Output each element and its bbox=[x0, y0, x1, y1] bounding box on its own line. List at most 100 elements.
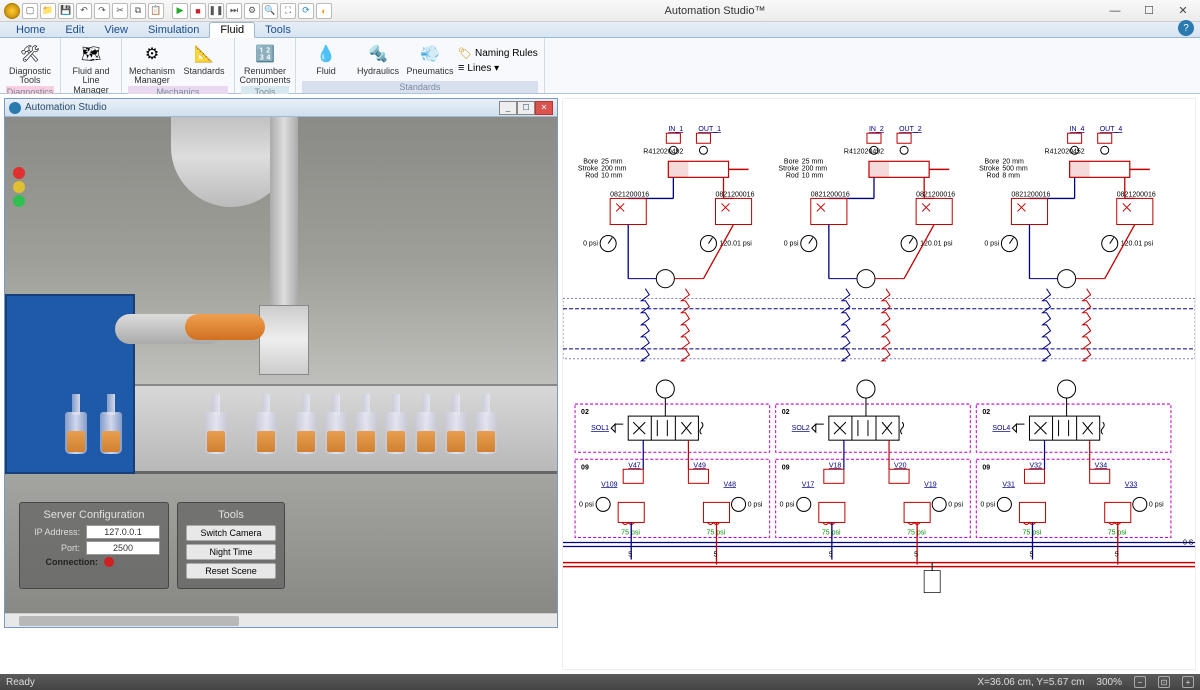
svg-text:V20: V20 bbox=[894, 462, 907, 469]
flowchart-icon: 🗺 bbox=[79, 42, 103, 66]
port-input[interactable] bbox=[86, 541, 160, 555]
child-window-header[interactable]: Automation Studio _ ☐ ✕ bbox=[5, 99, 557, 117]
tab-tools[interactable]: Tools bbox=[255, 23, 301, 37]
fluid-std-button[interactable]: 💧Fluid bbox=[302, 40, 350, 81]
qat-step-icon[interactable]: ⏭ bbox=[226, 3, 242, 19]
child-max-button[interactable]: ☐ bbox=[517, 101, 535, 115]
svg-text:V18: V18 bbox=[829, 462, 842, 469]
svg-text:0 psi: 0 psi bbox=[1149, 501, 1164, 508]
tag-icon: 🏷 bbox=[458, 47, 472, 60]
ribbon-group-builders: 🗺Fluid and Line Manager Builders bbox=[61, 38, 122, 93]
tab-simulation[interactable]: Simulation bbox=[138, 23, 209, 37]
svg-text:Rod: Rod bbox=[987, 172, 1000, 179]
svg-text:V17: V17 bbox=[802, 481, 815, 488]
schematic-canvas[interactable]: 0 SIN_1OUT_1R412020492BoreStrokeRod25 mm… bbox=[562, 98, 1196, 670]
qat-save-icon[interactable]: 💾 bbox=[58, 3, 74, 19]
switch-camera-button[interactable]: Switch Camera bbox=[186, 525, 276, 541]
child-close-button[interactable]: ✕ bbox=[535, 101, 553, 115]
qat-refresh-icon[interactable]: ⟳ bbox=[298, 3, 314, 19]
svg-text:0821200016: 0821200016 bbox=[610, 191, 649, 198]
3d-scene[interactable]: Server Configuration IP Address: Port: C… bbox=[5, 117, 557, 613]
svg-text:Bore: Bore bbox=[784, 158, 799, 165]
svg-text:09: 09 bbox=[782, 464, 790, 471]
lines-dropdown[interactable]: ≡Lines ▾ bbox=[458, 62, 538, 74]
qat-redo-icon[interactable]: ↷ bbox=[94, 3, 110, 19]
qat-open-icon[interactable]: 📁 bbox=[40, 3, 56, 19]
svg-text:0 psi: 0 psi bbox=[948, 501, 963, 508]
svg-text:R412020492: R412020492 bbox=[643, 148, 683, 155]
tab-view[interactable]: View bbox=[94, 23, 138, 37]
qat-new-icon[interactable]: ▢ bbox=[22, 3, 38, 19]
ruler-icon: 📐 bbox=[192, 42, 216, 66]
qat-paste-icon[interactable]: 📋 bbox=[148, 3, 164, 19]
svg-text:IN_2: IN_2 bbox=[869, 126, 884, 133]
qat-fit-icon[interactable]: ⛶ bbox=[280, 3, 296, 19]
help-icon[interactable]: ? bbox=[1178, 20, 1194, 36]
qat-play-icon[interactable]: ▶ bbox=[172, 3, 188, 19]
ribbon-group-standards: 💧Fluid 🔩Hydraulics 💨Pneumatics 🏷Naming R… bbox=[296, 38, 545, 93]
close-button[interactable]: ✕ bbox=[1166, 0, 1200, 22]
svg-text:V32: V32 bbox=[1029, 462, 1042, 469]
svg-text:0821200016: 0821200016 bbox=[916, 191, 955, 198]
qat-cfg-icon[interactable]: ⚙ bbox=[244, 3, 260, 19]
ip-input[interactable] bbox=[86, 525, 160, 539]
window-title: Automation Studio™ bbox=[332, 5, 1098, 17]
svg-text:0 S: 0 S bbox=[1183, 540, 1194, 547]
wrench-icon: 🛠 bbox=[18, 42, 42, 66]
gear-icon: ⚙ bbox=[140, 42, 164, 66]
svg-text:Stroke: Stroke bbox=[778, 165, 798, 172]
qat-stop-icon[interactable]: ■ bbox=[190, 3, 206, 19]
renumber-button[interactable]: 🔢Renumber Components bbox=[241, 40, 289, 86]
ribbon-group-tools: 🔢Renumber Components Tools bbox=[235, 38, 296, 93]
ribbon-group-diagnostics: 🛠Diagnostic Tools Diagnostics bbox=[0, 38, 61, 93]
mechanism-manager-button[interactable]: ⚙Mechanism Manager bbox=[128, 40, 176, 86]
svg-text:V109: V109 bbox=[601, 481, 617, 488]
qat-zoom-icon[interactable]: 🔍 bbox=[262, 3, 278, 19]
pneumatics-std-button[interactable]: 💨Pneumatics bbox=[406, 40, 454, 81]
svg-text:8 mm: 8 mm bbox=[1002, 172, 1020, 179]
tab-edit[interactable]: Edit bbox=[55, 23, 94, 37]
3d-viewport-window: Automation Studio _ ☐ ✕ bbox=[4, 98, 558, 628]
workspace: Automation Studio _ ☐ ✕ bbox=[0, 94, 1200, 674]
qat-undo-icon[interactable]: ↶ bbox=[76, 3, 92, 19]
svg-text:0821200016: 0821200016 bbox=[811, 191, 850, 198]
droplet-icon: 💧 bbox=[314, 42, 338, 66]
fluid-line-manager-button[interactable]: 🗺Fluid and Line Manager bbox=[67, 40, 115, 95]
svg-text:5: 5 bbox=[1029, 552, 1033, 559]
qat-pause-icon[interactable]: ❚❚ bbox=[208, 3, 224, 19]
app-logo-icon bbox=[4, 3, 20, 19]
zoom-out-button[interactable]: − bbox=[1134, 676, 1146, 688]
minimize-button[interactable]: — bbox=[1098, 0, 1132, 22]
tab-fluid[interactable]: Fluid bbox=[209, 22, 255, 38]
air-icon: 💨 bbox=[418, 42, 442, 66]
svg-text:IN_1: IN_1 bbox=[668, 126, 683, 133]
reset-scene-button[interactable]: Reset Scene bbox=[186, 563, 276, 579]
zoom-fit-button[interactable]: ⊡ bbox=[1158, 676, 1170, 688]
tab-home[interactable]: Home bbox=[6, 23, 55, 37]
svg-text:Stroke: Stroke bbox=[578, 165, 598, 172]
svg-text:V31: V31 bbox=[1002, 481, 1015, 488]
qat-globe-icon[interactable]: ◐ bbox=[316, 3, 332, 19]
child-min-button[interactable]: _ bbox=[499, 101, 517, 115]
connection-status-icon bbox=[104, 557, 114, 567]
naming-rules-button[interactable]: 🏷Naming Rules bbox=[458, 47, 538, 60]
clock-icon bbox=[9, 102, 21, 114]
svg-text:0821200016: 0821200016 bbox=[715, 191, 754, 198]
qat-copy-icon[interactable]: ⧉ bbox=[130, 3, 146, 19]
zoom-in-button[interactable]: + bbox=[1182, 676, 1194, 688]
status-coords: X=36.06 cm, Y=5.67 cm bbox=[977, 677, 1084, 688]
list-icon: 🔢 bbox=[253, 42, 277, 66]
hydraulics-std-button[interactable]: 🔩Hydraulics bbox=[354, 40, 402, 81]
qat-cut-icon[interactable]: ✂ bbox=[112, 3, 128, 19]
horizontal-scrollbar[interactable] bbox=[5, 613, 557, 627]
maximize-button[interactable]: ☐ bbox=[1132, 0, 1166, 22]
svg-text:5: 5 bbox=[914, 552, 918, 559]
standards-button[interactable]: 📐Standards bbox=[180, 40, 228, 86]
svg-text:02: 02 bbox=[581, 409, 589, 416]
svg-text:Bore: Bore bbox=[583, 158, 598, 165]
diagnostic-tools-button[interactable]: 🛠Diagnostic Tools bbox=[6, 40, 54, 86]
night-time-button[interactable]: Night Time bbox=[186, 544, 276, 560]
child-window-title: Automation Studio bbox=[25, 102, 107, 113]
server-config-panel: Server Configuration IP Address: Port: C… bbox=[19, 502, 169, 589]
svg-text:10 mm: 10 mm bbox=[802, 172, 824, 179]
